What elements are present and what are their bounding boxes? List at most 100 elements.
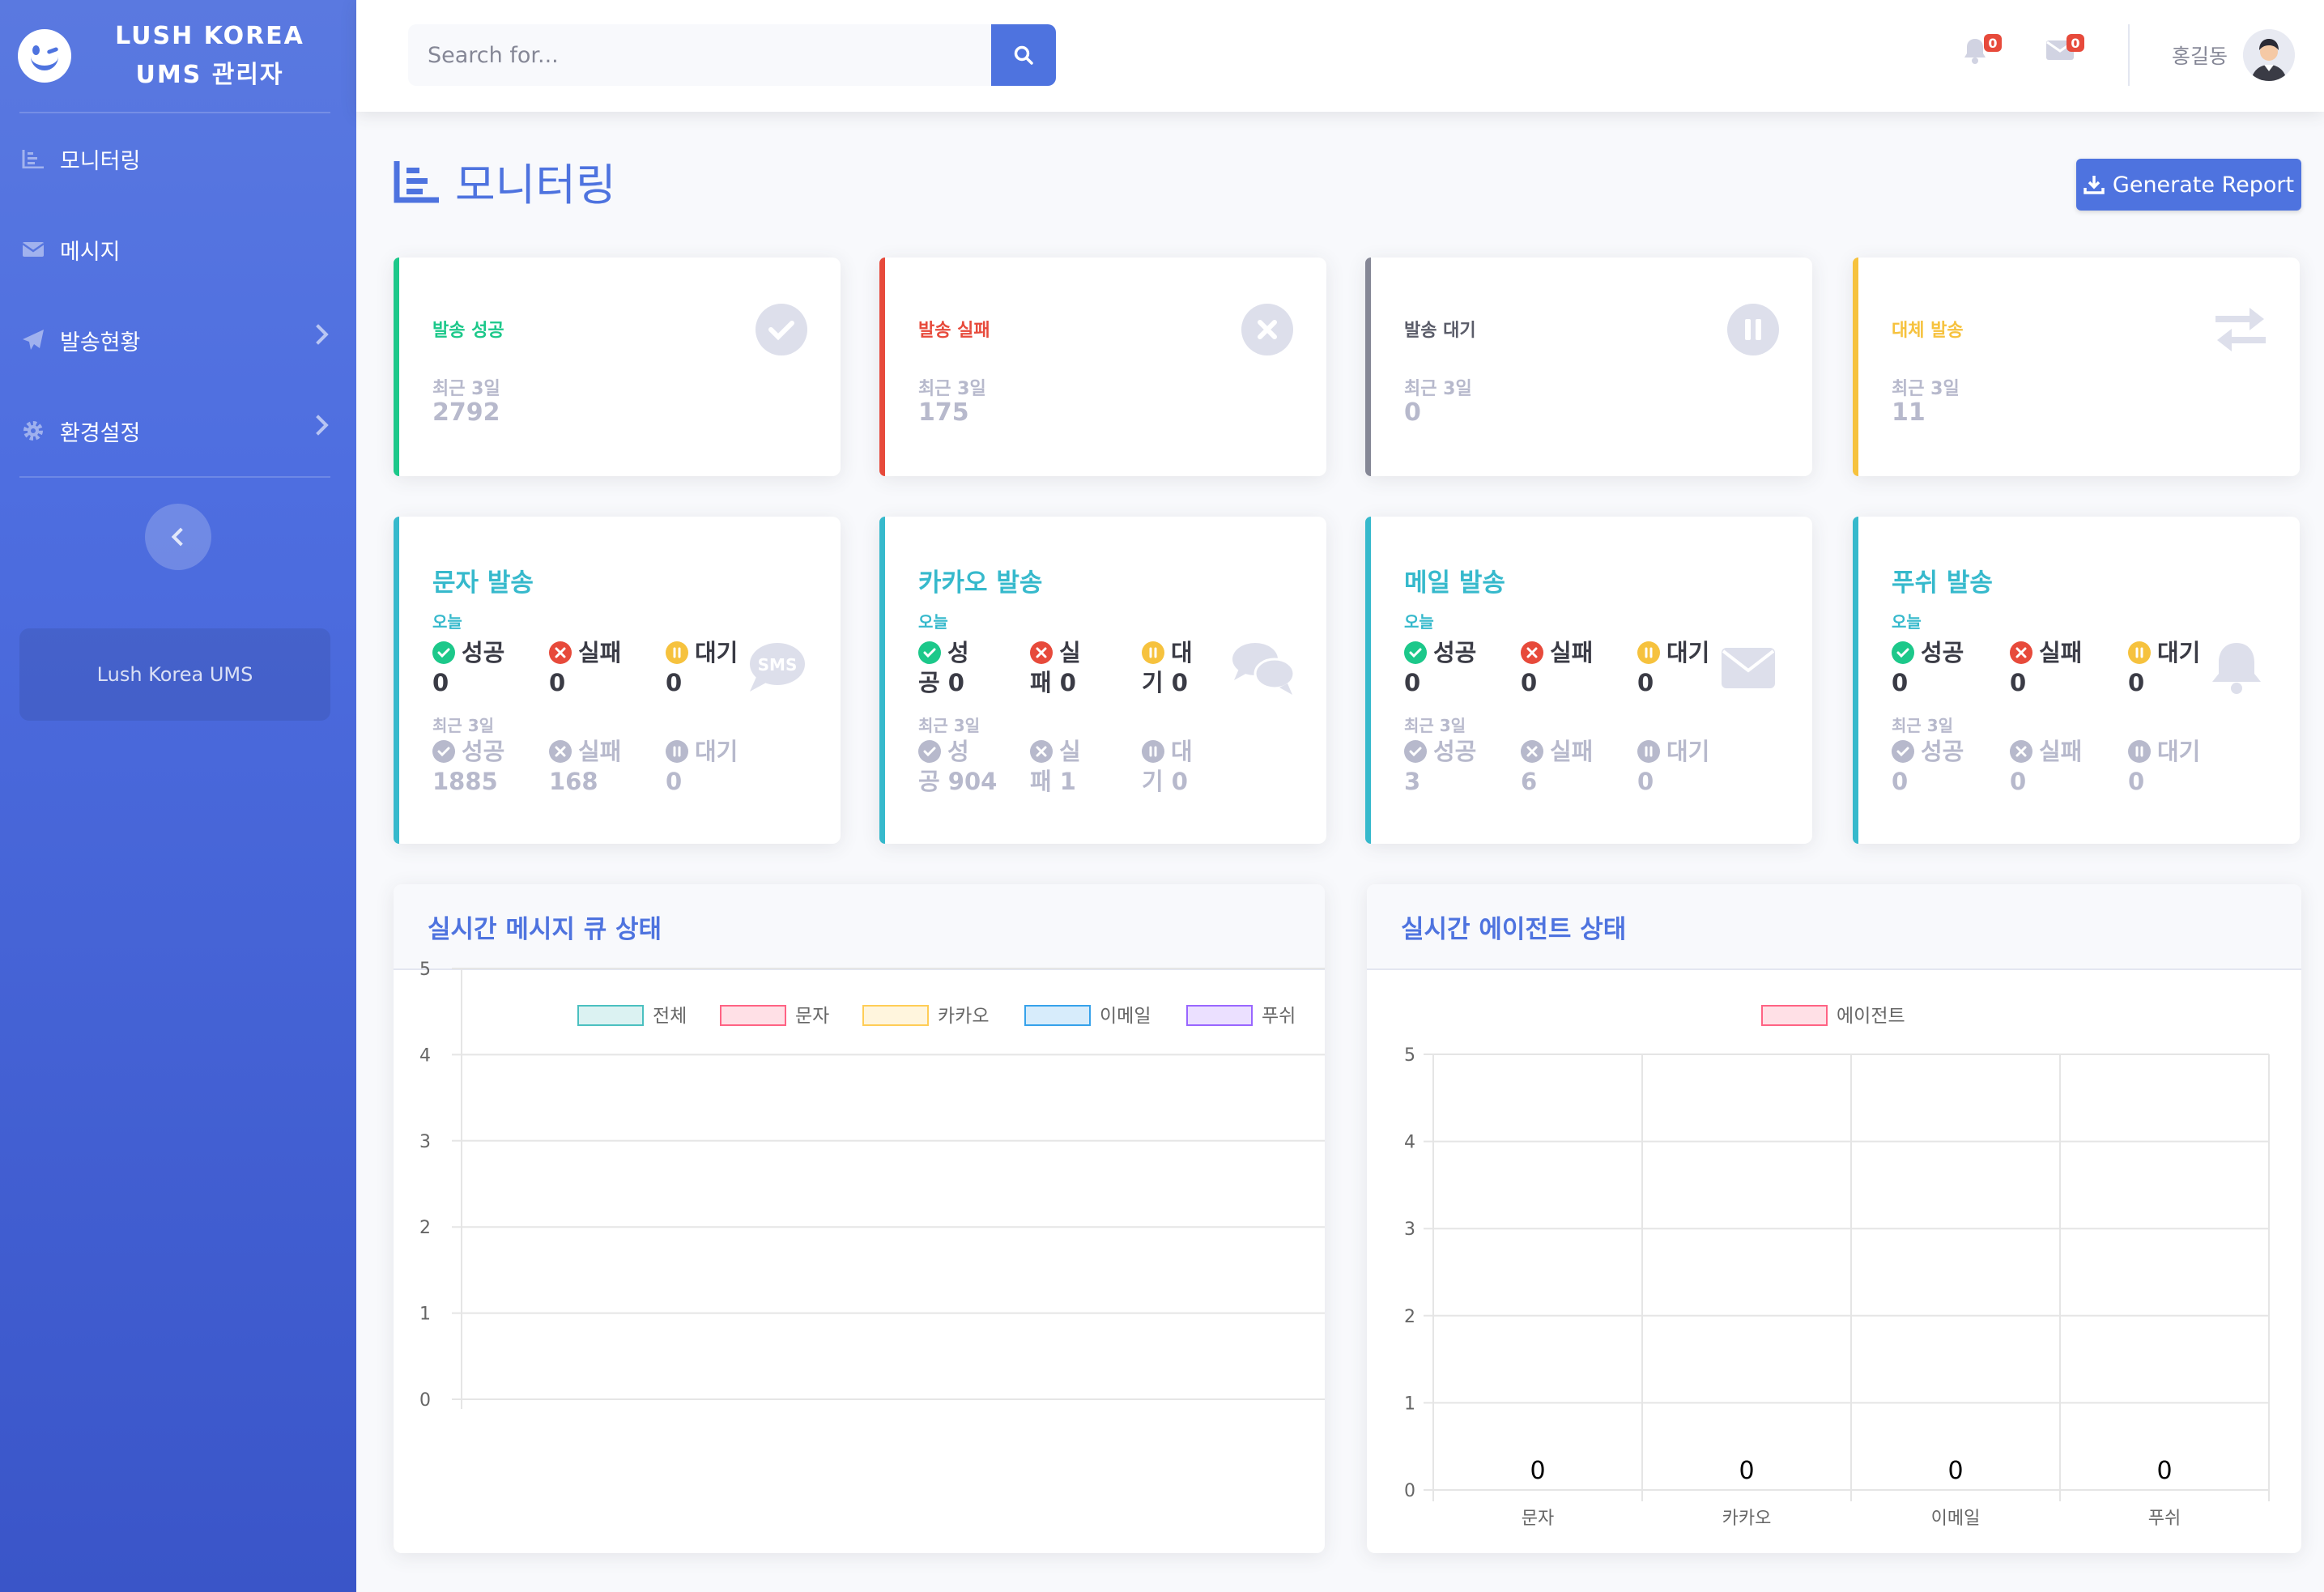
y-tick-label: 2 [1404,1307,1415,1327]
agent-chart-card: 실시간 에이전트 상태 에이전트 0 1 2 3 4 5 0 문자 0 카카오 0 이메일 0 푸쉬 [1367,884,2301,1553]
recent-fail: 실패 1 [1030,738,1081,795]
pause-icon [1637,740,1660,763]
today-success: 성공 0 [918,639,969,696]
chart-icon [21,147,45,171]
times-icon [2010,740,2032,763]
stat-subtitle: 최근 3일 [918,379,986,399]
check-icon [1404,641,1427,664]
channel-card-sms: 문자 발송 오늘 성공 0 실패 0 대기 0 최근 3일 성공 1885 실패 168 … [394,517,841,844]
envelope-icon [21,237,45,262]
sidebar-toggle-button[interactable] [145,504,211,570]
avatar[interactable] [2243,29,2295,81]
search-button[interactable] [991,24,1056,86]
sidebar-item-label: 모니터링 [60,148,141,174]
sidebar: LUSH KOREA UMS 관리자 모니터링 메시지 발송현황 환경설정 Lu… [0,0,356,1592]
y-tick-label: 2 [419,1218,431,1238]
pause-icon [1142,641,1164,664]
stat-subtitle: 최근 3일 [432,379,500,399]
today-label: 오늘 [1892,612,1922,632]
sms-icon: SMS [750,643,805,692]
x-tick-label: 이메일 [1931,1509,1981,1529]
sidebar-item-settings[interactable]: 환경설정 [0,385,356,476]
queue-chart-title: 실시간 메시지 큐 상태 [394,884,1325,970]
brand-title: LUSH KOREA UMS 관리자 [71,17,356,95]
wink-logo-icon [18,29,71,83]
recent-label: 최근 3일 [918,716,981,735]
check-circle-icon [756,304,807,355]
pause-circle-icon [1727,304,1779,355]
generate-report-button[interactable]: Generate Report [2076,159,2301,211]
times-icon [549,740,572,763]
legend-label: 이메일 [1100,1006,1151,1027]
agent-chart: 에이전트 0 1 2 3 4 5 0 문자 0 카카오 0 이메일 0 푸쉬 [1404,1005,2270,1529]
messages-button[interactable]: 0 [2045,34,2084,70]
stat-subtitle: 최근 3일 [1892,379,1960,399]
sidebar-item-message[interactable]: 메시지 [0,204,356,295]
alerts-button[interactable]: 0 [1963,34,2002,70]
today-label: 오늘 [432,612,462,632]
pause-icon [666,641,688,664]
today-wait: 대기 0 [2128,639,2201,696]
sidebar-item-monitoring[interactable]: 모니터링 [0,113,356,204]
alerts-badge: 0 [1984,34,2002,52]
today-success: 성공 0 [1404,639,1477,696]
channel-card-mail: 메일 발송 오늘 성공 0 실패 0 대기 0 최근 3일 성공 3 실패 6 대기 0 [1365,517,1812,844]
times-circle-icon [1241,304,1293,355]
stat-title: 발송 성공 [432,321,504,341]
page-title-text: 모니터링 [455,160,616,211]
sidebar-item-send-status[interactable]: 발송현황 [0,295,356,385]
data-label: 0 [1739,1457,1754,1485]
sidebar-item-label: 환경설정 [60,420,141,446]
channel-title: 카카오 발송 [918,568,1043,598]
today-wait: 대기 0 [666,639,738,696]
today-fail: 실패 0 [549,639,622,696]
legend-label: 푸쉬 [1262,1006,1296,1027]
sidebar-divider [19,476,330,478]
sidebar-card: Lush Korea UMS [19,628,330,721]
x-tick-label: 카카오 [1722,1509,1772,1529]
queue-chart: 전체 문자 카카오 이메일 푸쉬 0 1 2 3 4 5 [419,960,1325,1411]
check-icon [432,740,455,763]
data-label: 0 [1530,1457,1545,1485]
brand-line-2: UMS 관리자 [135,61,284,89]
chevron-right-icon [308,324,329,345]
sidebar-item-label: 발송현황 [60,330,141,355]
stat-value: 0 [1404,398,1421,427]
brand[interactable]: LUSH KOREA UMS 관리자 [0,0,356,112]
recent-label: 최근 3일 [432,716,495,735]
today-wait: 대기 0 [1637,639,1710,696]
y-tick-label: 3 [419,1132,431,1152]
recent-wait: 대기 0 [666,738,738,795]
stat-title: 발송 대기 [1404,321,1476,341]
bell-icon [2212,643,2261,694]
pause-icon [2128,641,2151,664]
agent-chart-title: 실시간 에이전트 상태 [1367,884,2301,970]
search-input[interactable] [408,24,991,86]
stat-card-fail: 발송 실패 최근 3일 175 [879,258,1326,476]
exchange-icon [2215,308,2266,351]
recent-wait: 대기 0 [1142,738,1193,795]
user-name[interactable]: 홍길동 [2172,40,2228,70]
legend-swatch [720,1005,786,1026]
topbar: 0 0 홍길동 [356,0,2324,112]
legend-swatch [1024,1005,1091,1026]
pause-icon [2128,740,2151,763]
recent-label: 최근 3일 [1404,716,1466,735]
today-wait: 대기 0 [1142,639,1193,696]
messages-badge: 0 [2066,34,2084,52]
data-label: 0 [1947,1457,1963,1485]
legend-label: 문자 [795,1006,829,1027]
today-fail: 실패 0 [1521,639,1594,696]
y-tick-label: 4 [1404,1133,1415,1153]
svg-text:SMS: SMS [758,655,798,675]
legend-swatch [1761,1005,1828,1026]
times-icon [1030,641,1053,664]
today-label: 오늘 [1404,612,1434,632]
today-success: 성공 0 [432,639,505,696]
y-tick-label: 5 [419,960,431,980]
legend-label: 에이전트 [1837,1006,1905,1027]
stat-card-substitute: 대체 발송 최근 3일 11 [1853,258,2300,476]
page-title: 모니터링 [394,149,616,213]
stat-value: 11 [1892,398,1926,427]
legend-swatch [1186,1005,1253,1026]
